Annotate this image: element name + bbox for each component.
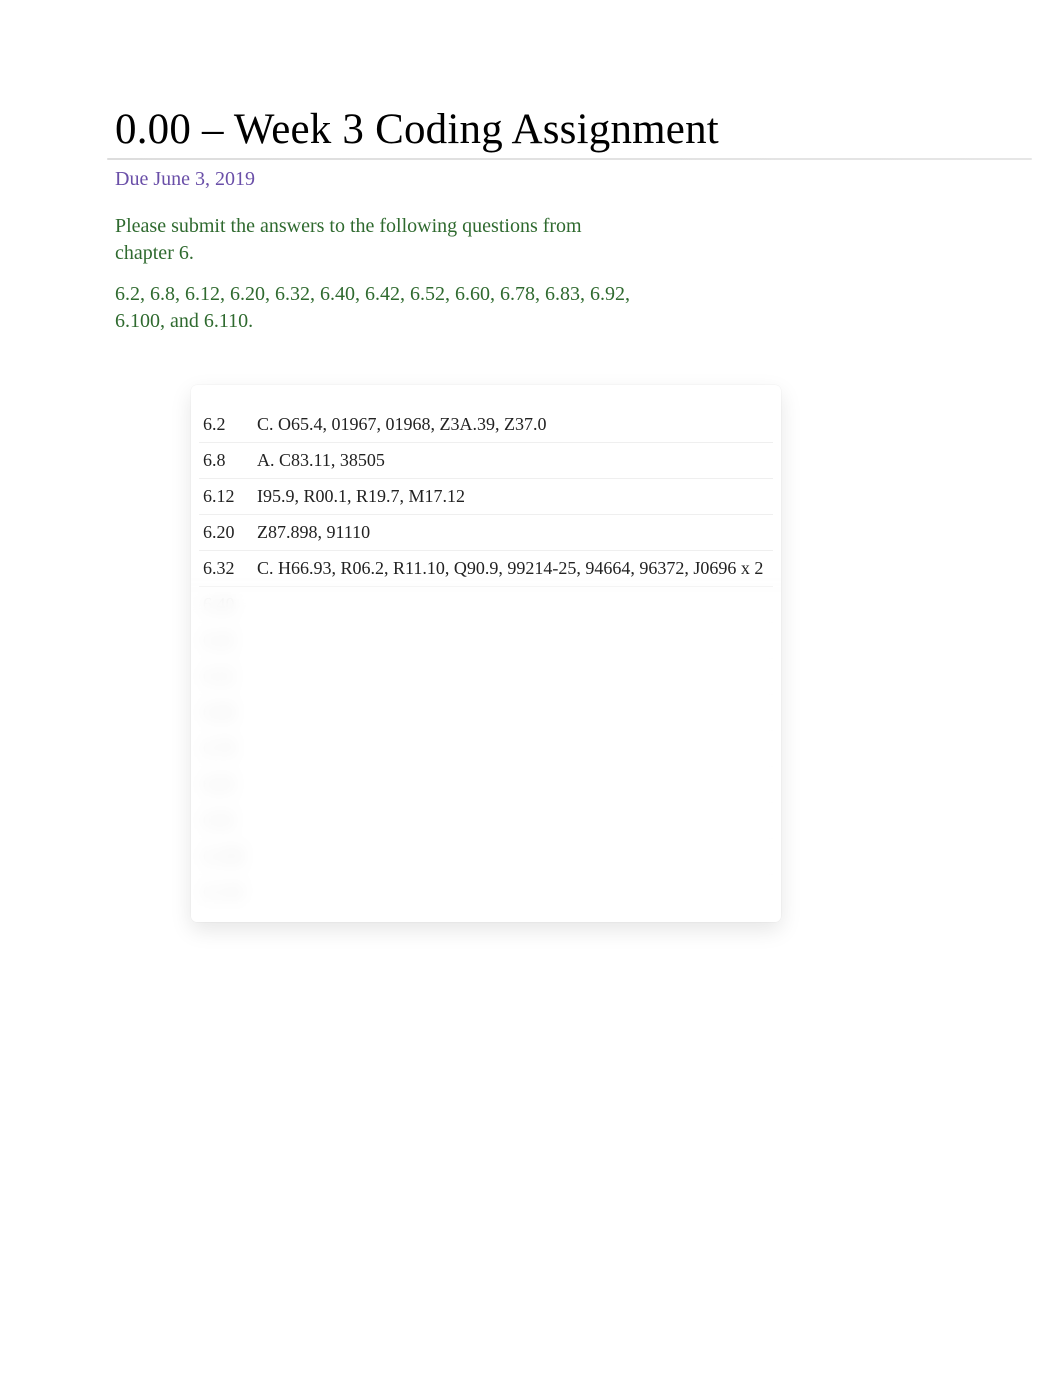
question-number: 6.83 — [199, 767, 253, 803]
answer-text-hidden — [253, 875, 773, 911]
table-row: 6.32 C. H66.93, R06.2, R11.10, Q90.9, 99… — [199, 551, 773, 587]
table-row: 6.12 I95.9, R00.1, R19.7, M17.12 — [199, 479, 773, 515]
answers-table-card: 6.2 C. O65.4, 01967, 01968, Z3A.39, Z37.… — [191, 385, 781, 922]
table-row: 6.8 A. C83.11, 38505 — [199, 443, 773, 479]
due-date: Due June 3, 2019 — [115, 168, 952, 191]
question-number: 6.42 — [199, 623, 253, 659]
answer-text-hidden — [253, 767, 773, 803]
table-row-hidden: 6.42 — [199, 623, 773, 659]
answer-text: C. H66.93, R06.2, R11.10, Q90.9, 99214-2… — [253, 551, 773, 587]
answers-table: 6.2 C. O65.4, 01967, 01968, Z3A.39, Z37.… — [199, 407, 773, 910]
answer-text-hidden — [253, 839, 773, 875]
question-number: 6.92 — [199, 803, 253, 839]
table-row-hidden: 6.52 — [199, 659, 773, 695]
table-row: 6.20 Z87.898, 91110 — [199, 515, 773, 551]
title-underline — [115, 158, 952, 160]
question-number: 6.110 — [199, 875, 253, 911]
answer-text: A. C83.11, 38505 — [253, 443, 773, 479]
question-number: 6.100 — [199, 839, 253, 875]
question-number: 6.40 — [199, 587, 253, 623]
table-row-hidden: 6.60 — [199, 695, 773, 731]
question-numbers-list: 6.2, 6.8, 6.12, 6.20, 6.32, 6.40, 6.42, … — [115, 281, 635, 335]
answer-text-hidden — [253, 731, 773, 767]
page-title: 0.00 – Week 3 Coding Assignment — [115, 105, 952, 154]
question-number: 6.60 — [199, 695, 253, 731]
table-row: 6.2 C. O65.4, 01967, 01968, Z3A.39, Z37.… — [199, 407, 773, 443]
answer-text-hidden — [253, 695, 773, 731]
answer-text-hidden — [253, 587, 773, 623]
table-row-hidden: 6.78 — [199, 731, 773, 767]
table-row-hidden: 6.92 — [199, 803, 773, 839]
table-row-hidden: 6.100 — [199, 839, 773, 875]
question-number: 6.52 — [199, 659, 253, 695]
instructions-text: Please submit the answers to the followi… — [115, 213, 585, 267]
table-row-hidden: 6.40 — [199, 587, 773, 623]
answer-text-hidden — [253, 623, 773, 659]
question-number: 6.78 — [199, 731, 253, 767]
question-number: 6.20 — [199, 515, 253, 551]
document-page: 0.00 – Week 3 Coding Assignment Due June… — [0, 0, 1062, 1377]
answer-text: Z87.898, 91110 — [253, 515, 773, 551]
question-number: 6.12 — [199, 479, 253, 515]
answer-text: I95.9, R00.1, R19.7, M17.12 — [253, 479, 773, 515]
answer-text: C. O65.4, 01967, 01968, Z3A.39, Z37.0 — [253, 407, 773, 443]
question-number: 6.32 — [199, 551, 253, 587]
question-number: 6.8 — [199, 443, 253, 479]
table-row-hidden: 6.83 — [199, 767, 773, 803]
answer-text-hidden — [253, 659, 773, 695]
answer-text-hidden — [253, 803, 773, 839]
table-row-hidden: 6.110 — [199, 875, 773, 911]
question-number: 6.2 — [199, 407, 253, 443]
